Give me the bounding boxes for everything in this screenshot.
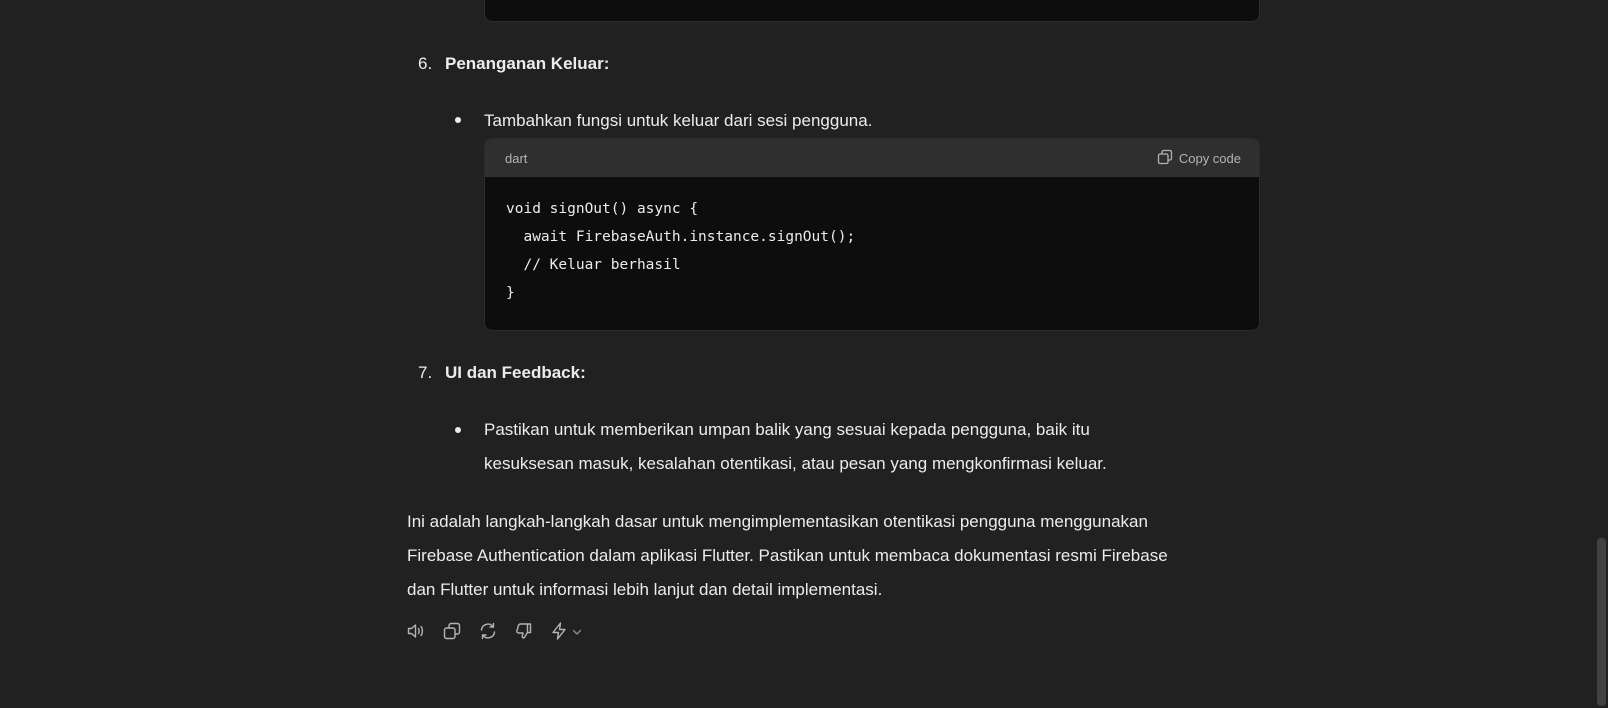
bullet-marker bbox=[455, 117, 461, 123]
regenerate-icon bbox=[478, 621, 498, 646]
bullet-text-sign-out: Tambahkan fungsi untuk keluar dari sesi … bbox=[484, 111, 873, 130]
code-line: // Keluar berhasil bbox=[506, 257, 681, 273]
code-line: await FirebaseAuth.instance.signOut(); bbox=[506, 229, 856, 245]
code-line: void signOut() async { bbox=[506, 201, 699, 217]
message-actions bbox=[405, 621, 583, 646]
copy-icon bbox=[442, 621, 462, 646]
regenerate-button[interactable] bbox=[477, 621, 499, 646]
code-body: void signOut() async { await FirebaseAut… bbox=[485, 177, 1259, 325]
scrollbar[interactable] bbox=[1594, 0, 1608, 708]
bullet-text-feedback: Pastikan untuk memberikan umpan balik ya… bbox=[484, 413, 1244, 481]
paragraph-line: dan Flutter untuk informasi lebih lanjut… bbox=[407, 580, 883, 599]
section-title-sign-out: Penanganan Keluar: bbox=[445, 54, 610, 73]
lightning-icon bbox=[549, 621, 569, 646]
chat-page: 6. Penanganan Keluar: Tambahkan fungsi u… bbox=[0, 0, 1608, 708]
code-language-label: dart bbox=[505, 150, 528, 166]
switch-model-button[interactable] bbox=[549, 621, 583, 646]
closing-paragraph: Ini adalah langkah-langkah dasar untuk m… bbox=[407, 505, 1267, 607]
thumbs-down-icon bbox=[514, 621, 534, 646]
paragraph-line: Ini adalah langkah-langkah dasar untuk m… bbox=[407, 512, 1148, 531]
code-block: dart Copy code void signOut() async { aw… bbox=[484, 138, 1260, 331]
section-title-ui-feedback: UI dan Feedback: bbox=[445, 363, 586, 382]
list-number-7: 7. bbox=[418, 363, 433, 382]
previous-code-block bbox=[484, 0, 1260, 22]
code-header: dart Copy code bbox=[485, 139, 1259, 177]
copy-code-label: Copy code bbox=[1178, 150, 1241, 166]
chevron-down-icon bbox=[571, 625, 583, 643]
speaker-icon bbox=[406, 621, 426, 646]
copy-message-button[interactable] bbox=[441, 621, 463, 646]
bullet-marker bbox=[455, 427, 461, 433]
read-aloud-button[interactable] bbox=[405, 623, 427, 645]
scrollbar-thumb[interactable] bbox=[1597, 538, 1606, 706]
bullet-text-line: Pastikan untuk memberikan umpan balik ya… bbox=[484, 420, 1090, 439]
list-number-6: 6. bbox=[418, 54, 433, 73]
code-line: } bbox=[506, 285, 515, 301]
bullet-text-line: kesuksesan masuk, kesalahan otentikasi, … bbox=[484, 454, 1107, 473]
copy-code-button[interactable]: Copy code bbox=[1157, 149, 1241, 168]
copy-icon bbox=[1157, 149, 1173, 168]
paragraph-line: Firebase Authentication dalam aplikasi F… bbox=[407, 546, 1168, 565]
bad-response-button[interactable] bbox=[513, 623, 535, 645]
